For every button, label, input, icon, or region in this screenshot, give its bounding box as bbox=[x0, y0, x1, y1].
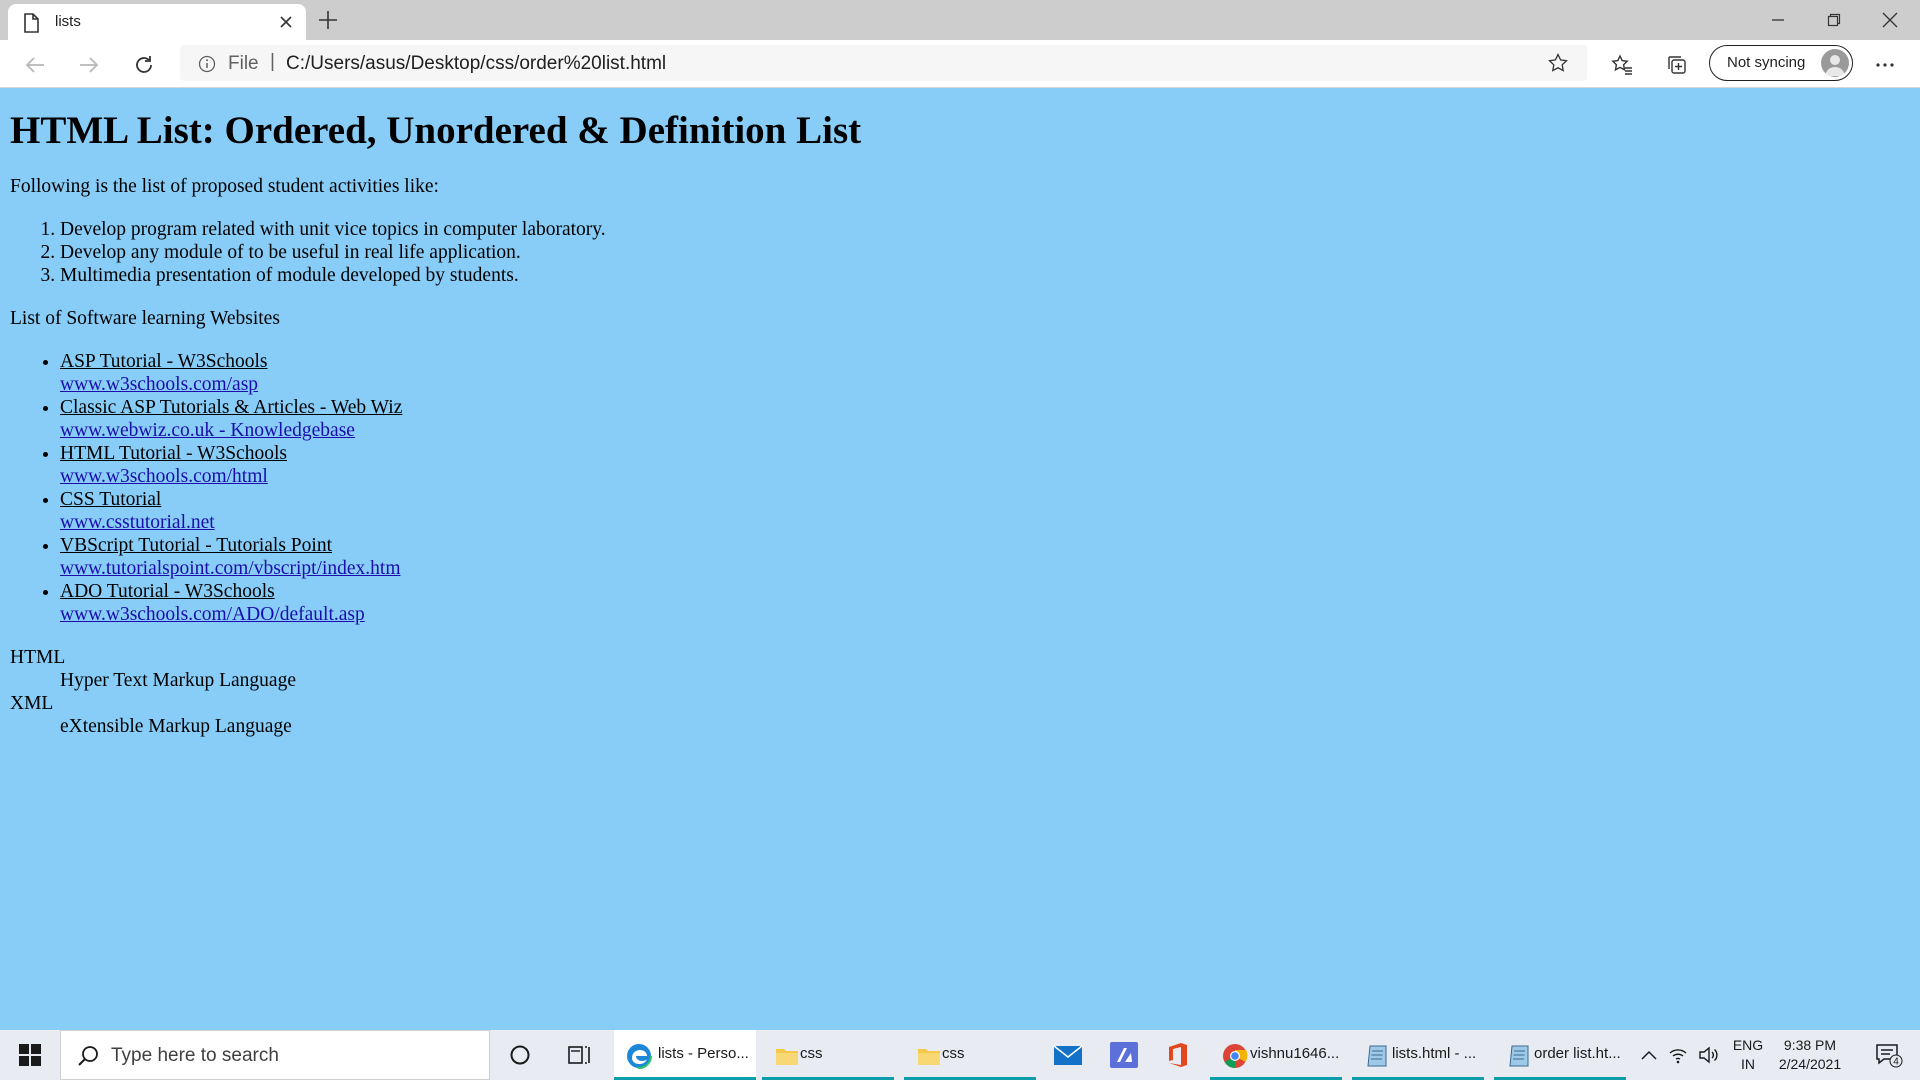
sync-label: Not syncing bbox=[1727, 54, 1806, 71]
list-item: Classic ASP Tutorials & Articles - Web W… bbox=[60, 396, 1910, 442]
app-label: lists.html - ... bbox=[1392, 1045, 1477, 1062]
network-icon[interactable] bbox=[1664, 1030, 1692, 1080]
language-code: ENG bbox=[1732, 1037, 1764, 1053]
cortana-icon[interactable] bbox=[494, 1030, 546, 1080]
intro-text: Following is the list of proposed studen… bbox=[10, 176, 439, 197]
definition-description: eXtensible Markup Language bbox=[60, 716, 292, 737]
list-item: Develop any module of to be useful in re… bbox=[60, 241, 1910, 264]
region-code: IN bbox=[1741, 1056, 1755, 1072]
list-item: ASP Tutorial - W3Schools www.w3schools.c… bbox=[60, 350, 1910, 396]
collections-icon[interactable] bbox=[1662, 50, 1692, 80]
list-item: Develop program related with unit vice t… bbox=[60, 218, 1910, 241]
taskbar-app-edge[interactable]: lists - Perso... bbox=[614, 1030, 756, 1080]
taskbar-app-notepad[interactable]: order list.ht... bbox=[1494, 1030, 1626, 1080]
office-icon[interactable] bbox=[1152, 1030, 1204, 1080]
websites-heading: List of Software learning Websites bbox=[10, 308, 280, 329]
list-item: CSS Tutorial www.csstutorial.net bbox=[60, 488, 1910, 534]
tab-strip: lists bbox=[0, 0, 1920, 40]
definition-description: Hyper Text Markup Language bbox=[60, 670, 296, 691]
taskbar-app-folder[interactable]: css bbox=[762, 1030, 894, 1080]
task-view-icon[interactable] bbox=[554, 1030, 606, 1080]
folder-icon bbox=[916, 1043, 942, 1069]
notepad-icon bbox=[1364, 1043, 1390, 1069]
scheme-label: File bbox=[228, 53, 259, 74]
website-title-link[interactable]: CSS Tutorial bbox=[60, 489, 161, 510]
restore-icon[interactable] bbox=[1806, 0, 1862, 40]
clock-time: 9:38 PM bbox=[1783, 1037, 1837, 1053]
website-url-link[interactable]: www.w3schools.com/ADO/default.asp bbox=[60, 604, 365, 625]
app-label: css bbox=[942, 1045, 965, 1062]
plus-icon[interactable] bbox=[316, 8, 340, 32]
info-icon[interactable] bbox=[198, 55, 216, 73]
minimize-icon[interactable] bbox=[1750, 0, 1806, 40]
sync-button[interactable]: Not syncing bbox=[1709, 45, 1853, 81]
windows-start-icon[interactable] bbox=[0, 1030, 60, 1080]
chevron-up-icon[interactable] bbox=[1636, 1030, 1662, 1080]
website-title-link[interactable]: Classic ASP Tutorials & Articles - Web W… bbox=[60, 397, 402, 418]
clock-date: 2/24/2021 bbox=[1778, 1056, 1842, 1072]
website-title-link[interactable]: ASP Tutorial - W3Schools bbox=[60, 351, 268, 372]
list-item: VBScript Tutorial - Tutorials Point www.… bbox=[60, 534, 1910, 580]
address-bar[interactable]: File | C:/Users/asus/Desktop/css/order%2… bbox=[180, 45, 1587, 81]
url-text[interactable]: C:/Users/asus/Desktop/css/order%20list.h… bbox=[286, 53, 666, 75]
search-icon bbox=[77, 1045, 99, 1067]
chrome-icon bbox=[1222, 1043, 1248, 1069]
app-label: order list.ht... bbox=[1534, 1045, 1621, 1062]
website-url-link[interactable]: www.webwiz.co.uk - Knowledgebase bbox=[60, 420, 355, 441]
notification-count: 4 bbox=[1893, 1057, 1899, 1068]
volume-icon[interactable] bbox=[1694, 1030, 1724, 1080]
website-title-link[interactable]: VBScript Tutorial - Tutorials Point bbox=[60, 535, 332, 556]
website-title-link[interactable]: ADO Tutorial - W3Schools bbox=[60, 581, 275, 602]
page-content: HTML List: Ordered, Unordered & Definiti… bbox=[0, 88, 1920, 1030]
address-separator: | bbox=[270, 51, 275, 72]
folder-icon bbox=[774, 1043, 800, 1069]
website-url-link[interactable]: www.csstutorial.net bbox=[60, 512, 215, 533]
definition-list: HTML Hyper Text Markup Language XML eXte… bbox=[10, 646, 1910, 738]
star-icon[interactable] bbox=[1548, 53, 1568, 73]
app-label: lists - Perso... bbox=[658, 1045, 749, 1062]
activities-list: Develop program related with unit vice t… bbox=[10, 218, 1910, 287]
definition-term: HTML bbox=[10, 647, 66, 668]
definition-term: XML bbox=[10, 693, 54, 714]
taskbar-search-input[interactable]: Type here to search bbox=[60, 1030, 490, 1080]
website-title-link[interactable]: HTML Tutorial - W3Schools bbox=[60, 443, 287, 464]
close-icon[interactable] bbox=[279, 15, 293, 29]
clock[interactable]: 9:38 PM 2/24/2021 bbox=[1764, 1036, 1856, 1074]
taskbar-app-notepad[interactable]: lists.html - ... bbox=[1352, 1030, 1484, 1080]
page-heading: HTML List: Ordered, Unordered & Definiti… bbox=[10, 109, 862, 152]
page-icon bbox=[22, 13, 40, 33]
edge-icon bbox=[626, 1043, 652, 1069]
list-item: Multimedia presentation of module develo… bbox=[60, 264, 1910, 287]
azure-icon[interactable] bbox=[1098, 1030, 1150, 1080]
language-indicator[interactable]: ENG IN bbox=[1730, 1036, 1766, 1074]
avatar bbox=[1821, 49, 1849, 77]
taskbar-app-folder[interactable]: css bbox=[904, 1030, 1036, 1080]
tab-title: lists bbox=[55, 13, 81, 30]
list-item: HTML Tutorial - W3Schools www.w3schools.… bbox=[60, 442, 1910, 488]
website-url-link[interactable]: www.w3schools.com/html bbox=[60, 466, 268, 487]
search-placeholder: Type here to search bbox=[111, 1045, 279, 1066]
website-url-link[interactable]: www.tutorialspoint.com/vbscript/index.ht… bbox=[60, 558, 401, 579]
more-icon[interactable] bbox=[1870, 50, 1900, 80]
forward-icon[interactable] bbox=[74, 50, 104, 80]
browser-toolbar: File | C:/Users/asus/Desktop/css/order%2… bbox=[0, 40, 1920, 88]
list-item: ADO Tutorial - W3Schools www.w3schools.c… bbox=[60, 580, 1910, 626]
favorites-icon[interactable] bbox=[1607, 50, 1637, 80]
notification-icon[interactable]: 4 bbox=[1864, 1030, 1914, 1080]
app-label: vishnu1646... bbox=[1250, 1045, 1340, 1062]
back-icon[interactable] bbox=[20, 50, 50, 80]
websites-list: ASP Tutorial - W3Schools www.w3schools.c… bbox=[10, 350, 1910, 626]
browser-tab[interactable]: lists bbox=[8, 4, 306, 40]
website-url-link[interactable]: www.w3schools.com/asp bbox=[60, 374, 258, 395]
close-window-icon[interactable] bbox=[1862, 0, 1918, 40]
refresh-icon[interactable] bbox=[129, 50, 159, 80]
taskbar-app-chrome[interactable]: vishnu1646... bbox=[1210, 1030, 1342, 1080]
taskbar: Type here to search lists - Perso... css… bbox=[0, 1030, 1920, 1080]
mail-icon[interactable] bbox=[1042, 1030, 1094, 1080]
app-label: css bbox=[800, 1045, 823, 1062]
notepad-icon bbox=[1506, 1043, 1532, 1069]
